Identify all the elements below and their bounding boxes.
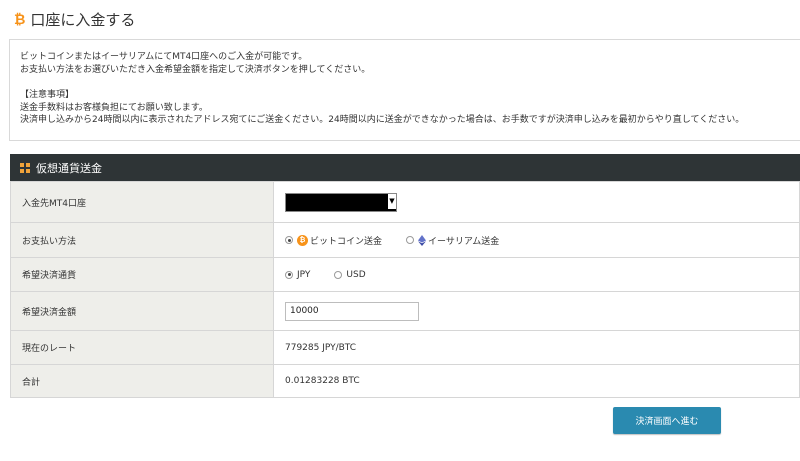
radio-button[interactable] xyxy=(406,236,415,244)
account-label: 入金先MT4口座 xyxy=(10,181,274,223)
currency-label: 希望決済通貨 xyxy=(10,257,274,292)
caution-heading: 【注意事項】 xyxy=(20,90,75,100)
account-cell: ▼ xyxy=(273,181,800,223)
currency-cell: JPY USD xyxy=(273,257,800,292)
payment-method-radio-group: ₿ ビットコイン送金 イーサリアム送金 xyxy=(285,234,788,247)
section-title: 仮想通貨送金 xyxy=(36,161,102,175)
caution-line: 決済申し込みから24時間以内に表示されたアドレス宛てにご送金ください。24時間以… xyxy=(20,115,745,125)
table-row: 現在のレート 779285 JPY/BTC xyxy=(10,330,800,365)
payment-option-ethereum[interactable]: イーサリアム送金 xyxy=(406,234,499,247)
radio-button[interactable] xyxy=(285,236,293,244)
table-row: 合計 0.01283228 BTC xyxy=(10,364,800,398)
table-row: お支払い方法 ₿ ビットコイン送金 イーサリアム送金 xyxy=(10,222,800,258)
payment-option-label: イーサリアム送金 xyxy=(428,236,500,247)
page-title: ₿ 口座に入金する xyxy=(14,9,135,30)
deposit-form-table: 入金先MT4口座 ▼ お支払い方法 ₿ ビットコイン送金 イーサリアム送金 希望… xyxy=(10,181,800,398)
bitcoin-icon: ₿ xyxy=(297,234,308,246)
account-select[interactable]: ▼ xyxy=(285,192,397,212)
currency-option-jpy[interactable]: JPY xyxy=(285,270,310,280)
proceed-to-payment-button[interactable]: 決済画面へ進む xyxy=(613,407,721,434)
dropdown-arrow-icon: ▼ xyxy=(388,193,396,209)
payment-option-label: ビットコイン送金 xyxy=(310,236,383,247)
currency-option-label: JPY xyxy=(297,269,311,280)
amount-label: 希望決済金額 xyxy=(10,291,274,331)
section-header: 仮想通貨送金 xyxy=(10,154,800,181)
currency-option-usd[interactable]: USD xyxy=(334,269,366,280)
currency-option-label: USD xyxy=(346,269,366,280)
notice-box: ビットコインまたはイーサリアムにてMT4口座へのご入金が可能です。 お支払い方法… xyxy=(9,39,800,141)
bitcoin-icon: ₿ xyxy=(14,12,26,28)
grid-icon xyxy=(20,162,30,173)
notice-line: ビットコインまたはイーサリアムにてMT4口座へのご入金が可能です。 xyxy=(20,52,308,62)
payment-method-label: お支払い方法 xyxy=(10,222,274,258)
total-label: 合計 xyxy=(10,364,274,398)
amount-cell xyxy=(273,291,800,331)
rate-value: 779285 JPY/BTC xyxy=(273,330,800,365)
table-row: 希望決済金額 xyxy=(10,291,800,331)
amount-input[interactable] xyxy=(285,301,419,321)
rate-label: 現在のレート xyxy=(10,330,274,365)
total-value: 0.01283228 BTC xyxy=(273,364,800,398)
table-row: 入金先MT4口座 ▼ xyxy=(10,181,800,223)
payment-method-cell: ₿ ビットコイン送金 イーサリアム送金 xyxy=(273,222,800,258)
ethereum-icon xyxy=(418,234,427,246)
table-row: 希望決済通貨 JPY USD xyxy=(10,257,800,292)
caution-line: 送金手数料はお客様負担にてお願い致します。 xyxy=(20,102,208,113)
radio-button[interactable] xyxy=(334,270,343,279)
currency-radio-group: JPY USD xyxy=(285,270,788,280)
radio-button[interactable] xyxy=(285,270,293,279)
page-title-text: 口座に入金する xyxy=(30,11,136,29)
payment-option-bitcoin[interactable]: ₿ ビットコイン送金 xyxy=(285,234,382,247)
notice-line: お支払い方法をお選びいただき入金希望金額を指定して決済ボタンを押してください。 xyxy=(20,64,371,75)
